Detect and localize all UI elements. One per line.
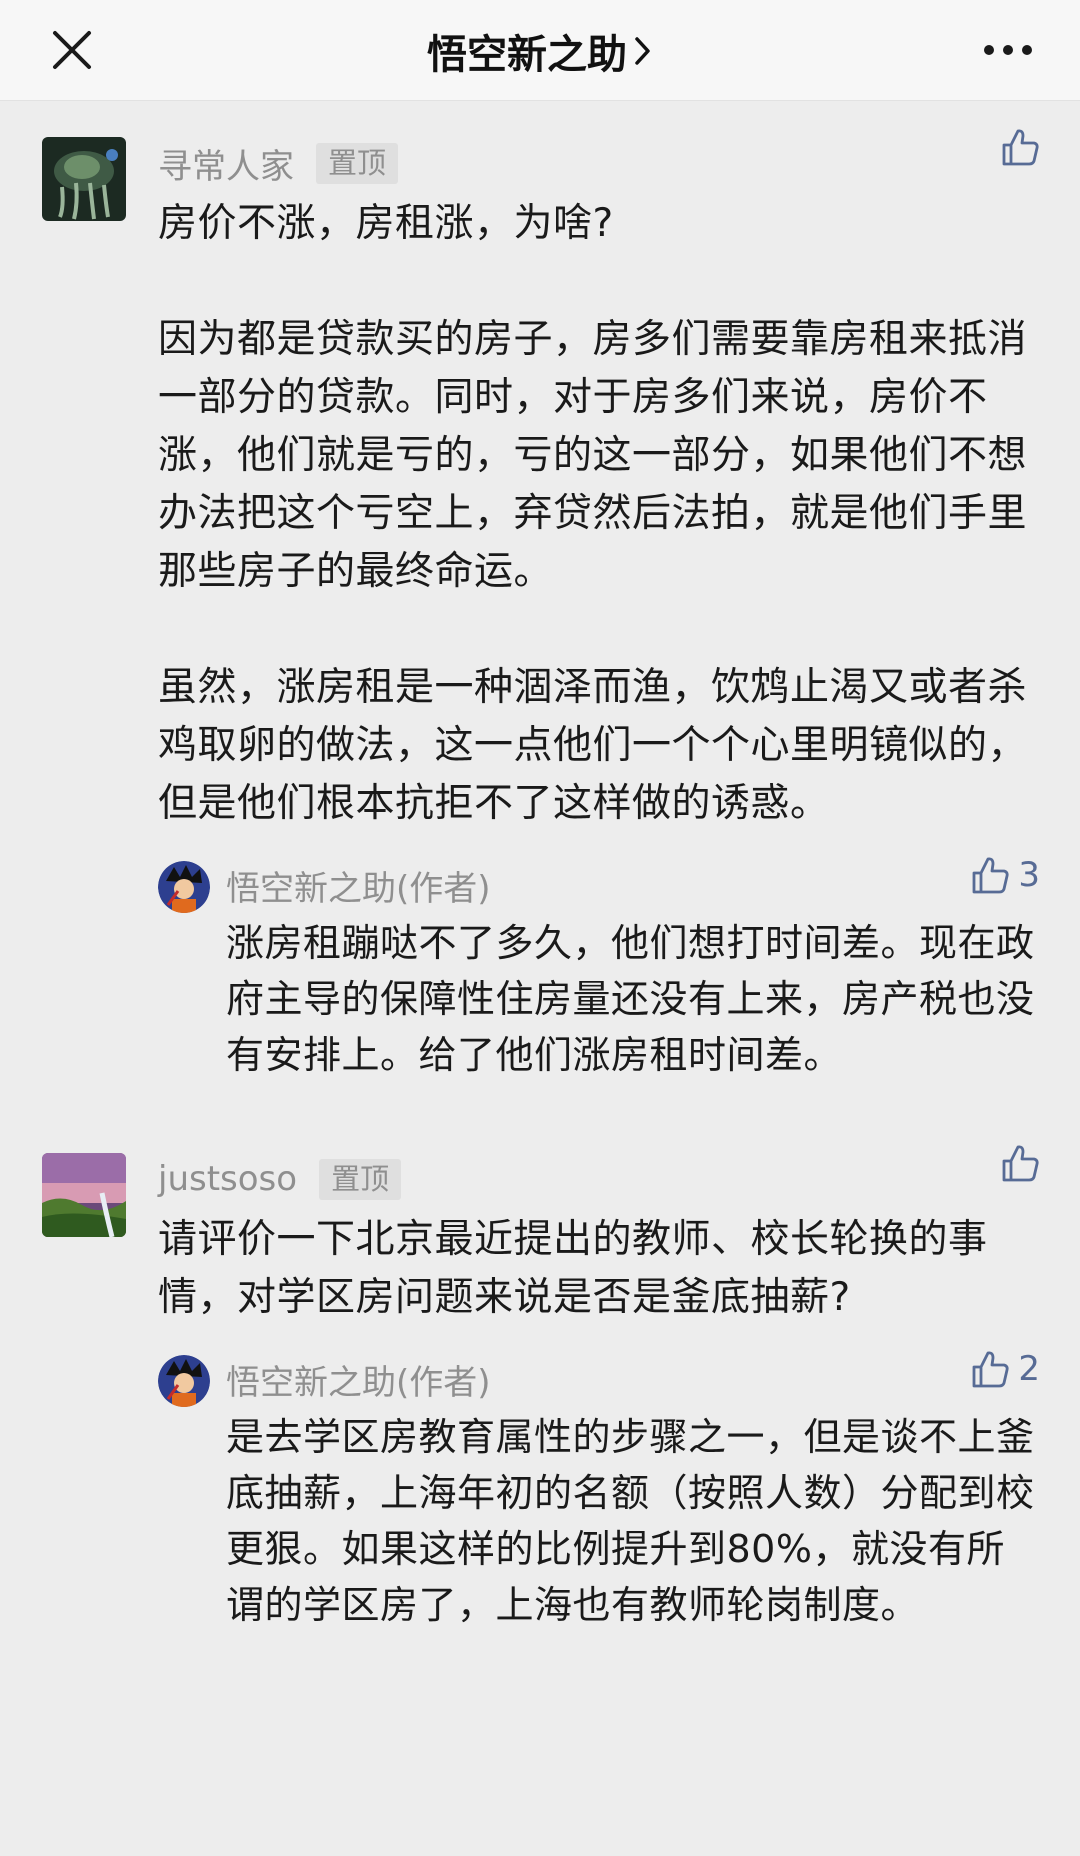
author-avatar[interactable]: [158, 1355, 210, 1407]
chevron-right-icon: [635, 36, 650, 65]
comment-item: justsoso 置顶 请评价一下北京最近提出的教师、校长轮换的事情，对学区房问…: [0, 1083, 1080, 1633]
thumbs-up-icon: [1002, 1145, 1039, 1182]
comment-text: 房价不涨，房租涨，为啥?: [158, 201, 614, 246]
like-count: 3: [1018, 855, 1040, 895]
author-reply: 悟空新之助(作者) 2 是去学区房教育属性的步骤之一，但是谈不上釜底抽薪，上海年…: [158, 1349, 1040, 1633]
thumbs-up-icon: [972, 1351, 1009, 1388]
more-options-button[interactable]: [976, 20, 1040, 80]
author-avatar[interactable]: [158, 861, 210, 913]
comment-text: 虽然，涨房租是一种涸泽而渔，饮鸩止渴又或者杀鸡取卵的做法，这一点他们一个个心里明…: [158, 665, 1028, 826]
comment-text: 因为都是贷款买的房子，房多们需要靠房租来抵消一部分的贷款。同时，对于房多们来说，…: [158, 317, 1028, 594]
author-reply: 悟空新之助(作者) 3 涨房租蹦哒不了多久，他们想打时间差。现在政府主导的保障性…: [158, 855, 1040, 1083]
reply-text: 涨房租蹦哒不了多久，他们想打时间差。现在政府主导的保障性住房量还没有上来，房产税…: [226, 921, 1035, 1077]
page-title-link[interactable]: 悟空新之助: [0, 0, 1080, 101]
reply-text: 是去学区房教育属性的步骤之一，但是谈不上釜底抽薪，上海年初的名额（按照人数）分配…: [226, 1415, 1035, 1627]
comment-item: 寻常人家 置顶 房价不涨，房租涨，为啥? 因为都是贷款买的房子，房多们需要靠房租…: [0, 101, 1080, 1083]
comment-text: 请评价一下北京最近提出的教师、校长轮换的事情，对学区房问题来说是否是釜底抽薪?: [158, 1217, 988, 1320]
comments-list: 寻常人家 置顶 房价不涨，房租涨，为啥? 因为都是贷款买的房子，房多们需要靠房租…: [0, 101, 1080, 1633]
more-dots-icon: [984, 45, 1032, 55]
reply-author-name[interactable]: 悟空新之助(作者): [226, 1355, 491, 1404]
like-count: 2: [1018, 1349, 1040, 1389]
like-button[interactable]: [1000, 127, 1040, 167]
pinned-badge: 置顶: [319, 1158, 402, 1200]
comment-author-name[interactable]: justsoso: [158, 1159, 297, 1199]
comment-author-name[interactable]: 寻常人家: [158, 139, 294, 188]
like-button[interactable]: [1000, 1143, 1040, 1183]
reply-author-name[interactable]: 悟空新之助(作者): [226, 861, 491, 910]
reply-like-button[interactable]: 2: [970, 1349, 1040, 1389]
thumbs-up-icon: [1002, 129, 1039, 166]
avatar[interactable]: [42, 137, 126, 221]
pinned-badge: 置顶: [316, 142, 399, 184]
reply-like-button[interactable]: 3: [970, 855, 1040, 895]
thumbs-up-icon: [972, 857, 1009, 894]
avatar[interactable]: [42, 1153, 126, 1237]
page-title: 悟空新之助: [427, 31, 627, 78]
top-navigation-bar: 悟空新之助: [0, 0, 1080, 101]
